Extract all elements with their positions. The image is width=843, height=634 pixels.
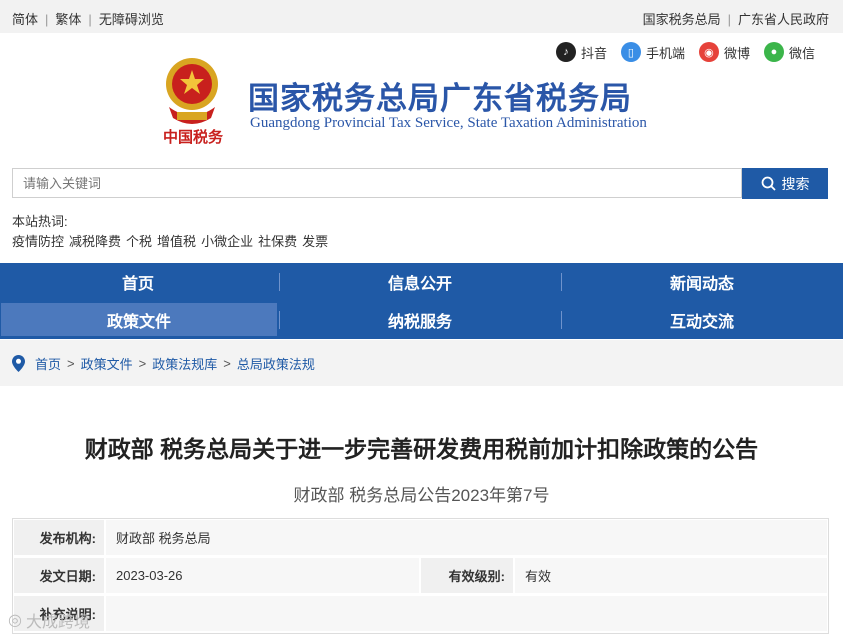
hot-words-list: 疫情防控 减税降费 个税 增值税 小微企业 社保费 发票 (12, 231, 328, 250)
meta-row: 发文日期: 2023-03-26 有效级别: 有效 (13, 557, 828, 595)
site-title: 国家税务总局广东省税务局 (248, 81, 632, 116)
note-value (106, 596, 827, 631)
mobile-link[interactable]: ▯ 手机端 (620, 42, 685, 62)
site-subtitle: Guangdong Provincial Tax Service, State … (250, 115, 647, 131)
nav-item-info[interactable]: 信息公开 (282, 265, 558, 298)
date-label: 发文日期: (14, 558, 104, 593)
publisher-value: 财政部 税务总局 (106, 520, 827, 555)
search-input[interactable] (13, 169, 741, 197)
meta-row: 补充说明: (13, 595, 828, 633)
breadcrumb-library[interactable]: 政策法规库 (152, 354, 217, 373)
simplified-link[interactable]: 简体 (12, 12, 38, 27)
mobile-label: 手机端 (645, 45, 685, 61)
language-links: 简体 | 繁体 | 无障碍浏览 (12, 12, 164, 27)
breadcrumb-policy[interactable]: 政策文件 (81, 354, 133, 373)
hot-words-label: 本站热词: (12, 214, 68, 229)
article-title: 财政部 税务总局关于进一步完善研发费用税前加计扣除政策的公告 (84, 436, 759, 462)
hot-word[interactable]: 疫情防控 (12, 231, 64, 250)
article-meta-table: 发布机构: 财政部 税务总局 发文日期: 2023-03-26 有效级别: 有效… (12, 518, 829, 634)
accessibility-link[interactable]: 无障碍浏览 (99, 12, 164, 27)
douyin-icon: ♪ (555, 42, 576, 62)
breadcrumb-current[interactable]: 总局政策法规 (237, 354, 315, 373)
emblem-calligraphy: 中国税务 (163, 128, 224, 146)
douyin-link[interactable]: ♪ 抖音 (555, 42, 607, 62)
article-subtitle: 财政部 税务总局公告2023年第7号 (293, 486, 550, 505)
hot-word[interactable]: 社保费 (258, 231, 297, 250)
nav-item-news[interactable]: 新闻动态 (564, 265, 840, 298)
douyin-label: 抖音 (580, 45, 607, 61)
watermark-text: 大成跨境 (25, 614, 90, 631)
sta-link[interactable]: 国家税务总局 (643, 12, 721, 27)
search-button-label: 搜索 (781, 175, 810, 192)
weibo-icon: ◉ (698, 42, 719, 62)
meta-row: 发布机构: 财政部 税务总局 (13, 519, 828, 557)
main-nav: 首页 信息公开 新闻动态 政策文件 纳税服务 互动交流 (0, 263, 843, 339)
breadcrumb-separator: > (223, 356, 231, 371)
search-button[interactable]: 搜索 (742, 168, 828, 199)
hot-word[interactable]: 小微企业 (201, 231, 253, 250)
wechat-link[interactable]: ● 微信 (763, 42, 815, 62)
validity-label: 有效级别: (421, 558, 513, 593)
nav-item-interaction[interactable]: 互动交流 (564, 303, 840, 336)
social-links: ♪ 抖音 ▯ 手机端 ◉ 微博 ● 微信 (555, 42, 815, 62)
publisher-label: 发布机构: (14, 520, 104, 555)
nav-item-policy[interactable]: 政策文件 (1, 303, 277, 336)
search-icon (761, 176, 776, 191)
weibo-label: 微博 (723, 45, 750, 61)
traditional-link[interactable]: 繁体 (55, 12, 81, 27)
location-pin-icon (12, 355, 25, 372)
wechat-label: 微信 (788, 45, 815, 61)
external-links: 国家税务总局 | 广东省人民政府 (642, 12, 829, 27)
nav-item-service[interactable]: 纳税服务 (282, 303, 558, 336)
weibo-link[interactable]: ◉ 微博 (698, 42, 750, 62)
wechat-icon: ● (763, 42, 784, 62)
search-box (12, 168, 742, 198)
mobile-icon: ▯ (620, 42, 641, 62)
hot-word[interactable]: 个税 (126, 231, 152, 250)
top-bar: 简体 | 繁体 | 无障碍浏览 国家税务总局 | 广东省人民政府 (0, 0, 843, 33)
validity-value: 有效 (515, 558, 827, 593)
watermark: ◎ 大成跨境 (8, 608, 90, 632)
breadcrumb-separator: > (138, 356, 147, 371)
breadcrumb-separator: > (67, 356, 75, 371)
breadcrumb: 首页 > 政策文件 > 政策法规库 > 总局政策法规 (0, 340, 843, 386)
hot-word[interactable]: 发票 (302, 231, 328, 250)
tax-emblem-logo[interactable]: 中国税务 (157, 52, 227, 152)
watermark-icon: ◎ (8, 612, 22, 629)
date-value: 2023-03-26 (106, 558, 419, 593)
nav-item-home[interactable]: 首页 (0, 265, 276, 298)
breadcrumb-home[interactable]: 首页 (35, 354, 61, 373)
hot-word[interactable]: 减税降费 (69, 231, 121, 250)
hot-word[interactable]: 增值税 (157, 231, 196, 250)
gd-gov-link[interactable]: 广东省人民政府 (738, 12, 829, 27)
